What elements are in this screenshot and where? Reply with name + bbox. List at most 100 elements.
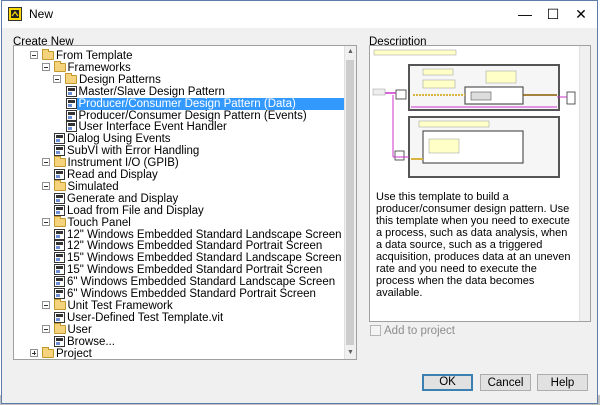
help-button[interactable]: Help [537, 374, 588, 391]
tree-item[interactable]: 6" Windows Embedded Standard Portrait Sc… [14, 288, 344, 300]
tree-folder[interactable]: Project [14, 346, 344, 360]
folder-icon [53, 298, 66, 310]
collapse-icon[interactable] [41, 324, 50, 333]
scroll-up-icon[interactable]: ▲ [345, 46, 356, 58]
block-diagram-preview [372, 49, 576, 178]
scroll-thumb[interactable] [346, 60, 354, 345]
tree-item[interactable]: SubVI with Error Handling [14, 145, 344, 157]
tree-item-label: Producer/Consumer Design Pattern (Events… [78, 109, 307, 122]
tree-item-label: 6" Windows Embedded Standard Portrait Sc… [67, 288, 316, 300]
expand-icon[interactable] [30, 348, 38, 357]
vi-file-icon [65, 109, 77, 121]
tree-item[interactable]: Dialog Using Events [14, 133, 344, 145]
description-panel: Use this template to build a producer/co… [369, 45, 591, 322]
folder-icon [42, 49, 54, 60]
collapse-icon[interactable] [41, 62, 50, 71]
tree-folder[interactable]: From Template [14, 49, 344, 62]
vi-file-icon [65, 121, 77, 133]
tree-item[interactable]: Producer/Consumer Design Pattern (Data) [14, 97, 344, 110]
tree-item-label: User [67, 323, 92, 336]
vi-file-icon [54, 133, 65, 145]
vi-file-icon [54, 192, 65, 204]
tree-item[interactable]: 15" Windows Embedded Standard Landscape … [14, 252, 344, 264]
tree-item[interactable]: 12" Windows Embedded Standard Landscape … [14, 228, 344, 241]
tree-folder[interactable]: Instrument I/O (GPIB) [14, 156, 344, 170]
tree-item-label: Generate and Display [67, 192, 179, 205]
labview-app-icon [8, 7, 22, 21]
new-dialog: New — ☐ ✕ Create New Description ▲ ▼ Fro… [1, 0, 598, 404]
tree-item-label: From Template [56, 50, 133, 62]
vi-file-icon [54, 276, 65, 288]
tree-item[interactable]: Read and Display [14, 169, 344, 181]
tree-item[interactable]: Generate and Display [14, 192, 344, 205]
folder-icon [53, 215, 66, 227]
vi-file-icon [54, 288, 65, 299]
tree-item-label: User Interface Event Handler [78, 121, 227, 134]
tree-item-label: 15" Windows Embedded Standard Landscape … [67, 252, 342, 265]
vi-file-icon [54, 335, 65, 347]
tree-item[interactable]: Browse... [14, 335, 344, 348]
maximize-button[interactable]: ☐ [539, 2, 567, 26]
tree-item-label: Project [56, 347, 92, 360]
vi-file-icon [54, 169, 65, 180]
tree-item-label: 15" Windows Embedded Standard Portrait S… [67, 264, 323, 277]
tree-item[interactable]: 6" Windows Embedded Standard Landscape S… [14, 276, 344, 288]
collapse-icon[interactable] [41, 217, 50, 226]
tree-folder[interactable]: User [14, 322, 344, 336]
close-button[interactable]: ✕ [567, 2, 595, 26]
tree-item-label: SubVI with Error Handling [67, 145, 200, 158]
tree-item-label: Touch Panel [67, 216, 131, 229]
tree-folder[interactable]: Design Patterns [14, 72, 344, 86]
collapse-icon[interactable] [41, 300, 50, 309]
add-to-project-checkbox[interactable] [370, 325, 381, 336]
vi-file-icon [54, 311, 65, 323]
tree-item-label: Instrument I/O (GPIB) [67, 157, 179, 170]
tree-item-label: Design Patterns [79, 73, 161, 86]
folder-icon [53, 60, 66, 72]
tree-item[interactable]: 15" Windows Embedded Standard Portrait S… [14, 264, 344, 276]
tree-item-label: Producer/Consumer Design Pattern (Data) [76, 97, 344, 110]
collapse-icon[interactable] [41, 181, 50, 190]
tree-item-label: Browse... [67, 335, 115, 348]
tree-item-label: 12" Windows Embedded Standard Portrait S… [67, 240, 323, 253]
vi-file-icon [54, 204, 65, 216]
collapse-icon[interactable] [53, 74, 61, 83]
tree-item-label: Unit Test Framework [67, 299, 173, 312]
scroll-down-icon[interactable]: ▼ [345, 347, 356, 359]
template-tree[interactable]: ▲ ▼ From Template Frameworks Design Patter… [13, 45, 357, 360]
folder-icon [53, 156, 66, 168]
tree-item[interactable]: Load from File and Display [14, 204, 344, 217]
tree-item-label: User-Defined Test Template.vit [67, 311, 224, 324]
tree-item[interactable]: 12" Windows Embedded Standard Portrait S… [14, 240, 344, 252]
vi-file-icon [54, 264, 65, 276]
vi-file-icon [65, 85, 77, 97]
tree-item[interactable]: Master/Slave Design Pattern [14, 85, 344, 98]
minimize-button[interactable]: — [511, 2, 539, 26]
folder-icon [42, 346, 54, 358]
tree-folder[interactable]: Touch Panel [14, 215, 344, 229]
tree-item-label: 6" Windows Embedded Standard Landscape S… [67, 276, 336, 289]
tree-folder[interactable]: Unit Test Framework [14, 298, 344, 312]
tree-item[interactable]: User-Defined Test Template.vit [14, 311, 344, 324]
window-title: New [29, 7, 54, 21]
tree-item[interactable]: Producer/Consumer Design Pattern (Events… [14, 109, 344, 122]
vi-file-icon [65, 97, 77, 109]
ok-button[interactable]: OK [422, 374, 473, 391]
tree-scrollbar[interactable]: ▲ ▼ [344, 46, 356, 359]
tree-item-label: Master/Slave Design Pattern [78, 85, 225, 98]
tree-item-label: Dialog Using Events [67, 133, 171, 146]
tree-item-label: Load from File and Display [67, 204, 204, 217]
tree-item-label: Frameworks [67, 61, 131, 74]
tree-folder[interactable]: Frameworks [14, 60, 344, 74]
collapse-icon[interactable] [41, 158, 50, 167]
collapse-icon[interactable] [30, 51, 38, 59]
vi-file-icon [54, 252, 65, 264]
title-bar: New — ☐ ✕ [2, 1, 597, 28]
cancel-button[interactable]: Cancel [480, 374, 531, 391]
vi-file-icon [54, 228, 65, 240]
tree-item[interactable]: User Interface Event Handler [14, 121, 344, 133]
vi-file-icon [54, 145, 65, 157]
folder-icon [65, 72, 77, 84]
description-scrollbar[interactable] [579, 46, 590, 321]
tree-folder[interactable]: Simulated [14, 179, 344, 193]
